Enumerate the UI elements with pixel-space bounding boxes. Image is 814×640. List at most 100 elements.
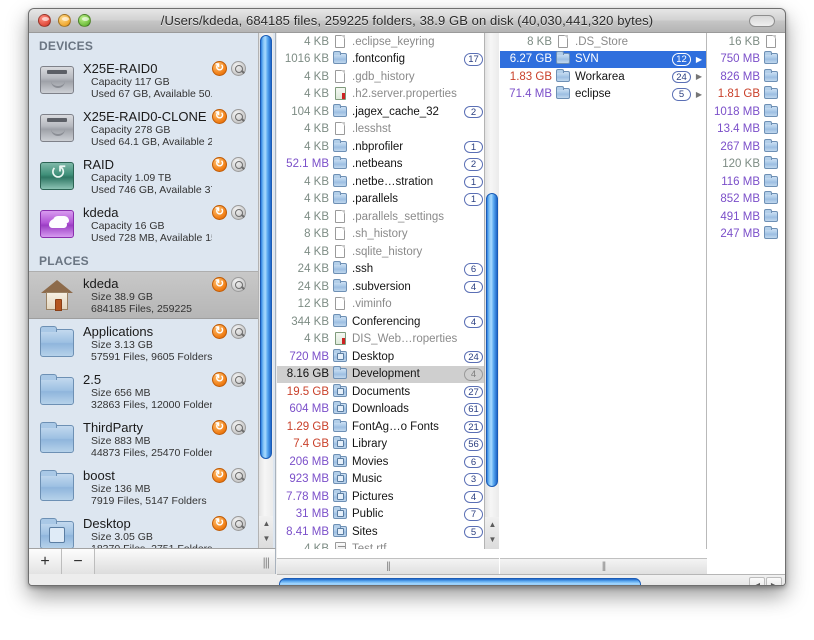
file-row[interactable]: 604 MBDownloads61▶ xyxy=(277,401,498,419)
magnify-icon[interactable] xyxy=(231,372,246,387)
refresh-icon[interactable]: ↻ xyxy=(212,372,227,387)
file-row[interactable]: 1016 KB.fontconfig17▶ xyxy=(277,51,498,69)
file-row[interactable]: 104 KB.jagex_cache_322▶ xyxy=(277,103,498,121)
file-row[interactable]: 4 KB .sqlite_history xyxy=(277,243,498,261)
remove-place-button[interactable]: − xyxy=(62,549,95,574)
magnify-icon[interactable] xyxy=(231,157,246,172)
column2-resize-grip[interactable]: || xyxy=(500,558,707,574)
magnify-icon[interactable] xyxy=(231,516,246,531)
refresh-icon[interactable]: ↻ xyxy=(212,61,227,76)
toolbar-toggle-button[interactable] xyxy=(749,15,775,27)
file-row[interactable]: 24 KB.ssh6▶ xyxy=(277,261,498,279)
file-row[interactable]: 4 KB.netbe…stration1▶ xyxy=(277,173,498,191)
file-row[interactable]: 826 MB xyxy=(708,68,785,86)
sidebar-scroll-arrows[interactable]: ▲ ▼ xyxy=(258,516,273,548)
magnify-icon[interactable] xyxy=(231,420,246,435)
sidebar-scroll-thumb[interactable] xyxy=(260,35,272,459)
file-row[interactable]: 13.4 MB xyxy=(708,121,785,139)
file-row[interactable]: 19.5 GBDocuments27▶ xyxy=(277,383,498,401)
column1-resize-grip[interactable]: || xyxy=(277,558,499,574)
column1-vertical-scrollbar[interactable] xyxy=(484,33,499,517)
scroll-up-arrow-icon[interactable]: ▲ xyxy=(485,517,500,532)
sidebar-item-2-5[interactable]: 2.5 Size 656 MB 32863 Files, 12000 Folders… xyxy=(29,367,258,415)
magnify-icon[interactable] xyxy=(231,468,246,483)
scroll-up-arrow-icon[interactable]: ▲ xyxy=(259,516,274,531)
file-row[interactable]: 4 KB .parallels_settings xyxy=(277,208,498,226)
refresh-icon[interactable]: ↻ xyxy=(212,324,227,339)
file-row[interactable]: 4 KB .h2.server.properties xyxy=(277,86,498,104)
sidebar-item-raid[interactable]: RAIDCapacity 1.09 TBUsed 746 GB, Availab… xyxy=(29,152,258,200)
file-row[interactable]: 4 KB Test.rtf xyxy=(277,541,498,549)
add-place-button[interactable]: + xyxy=(29,549,62,574)
file-row[interactable]: 1.29 GBFontAg…o Fonts21▶ xyxy=(277,418,498,436)
file-row[interactable]: 4 KB.parallels1▶ xyxy=(277,191,498,209)
refresh-icon[interactable]: ↻ xyxy=(212,277,227,292)
file-row[interactable]: 1.81 GB xyxy=(708,86,785,104)
sidebar-vertical-scrollbar[interactable] xyxy=(258,33,273,516)
sidebar-item-x25e-raid0-clone[interactable]: X25E-RAID0-CLONE Capacity 278 GB Used 64.1… xyxy=(29,104,258,152)
file-row[interactable]: 8 KB .DS_Store xyxy=(500,33,706,51)
magnify-icon[interactable] xyxy=(231,205,246,220)
magnify-icon[interactable] xyxy=(231,61,246,76)
file-row[interactable]: 4 KB .gdb_history xyxy=(277,68,498,86)
scroll-down-arrow-icon[interactable]: ▼ xyxy=(485,532,500,547)
file-row[interactable]: 720 MBDesktop24▶ xyxy=(277,348,498,366)
refresh-icon[interactable]: ↻ xyxy=(212,157,227,172)
file-row[interactable]: 923 MBMusic3▶ xyxy=(277,471,498,489)
file-row[interactable]: 344 KBConferencing4▶ xyxy=(277,313,498,331)
sidebar-item-kdeda[interactable]: kdeda Size 38.9 GB 684185 Files, 259225 ↻ xyxy=(29,271,258,319)
file-row[interactable]: 8.41 MBSites5▶ xyxy=(277,523,498,541)
file-row[interactable]: 1.83 GB Workarea 24 ▶ xyxy=(500,68,706,86)
file-row[interactable]: 4 KB .eclipse_keyring xyxy=(277,33,498,51)
refresh-icon[interactable]: ↻ xyxy=(212,205,227,220)
file-row[interactable]: 4 KB .lesshst xyxy=(277,121,498,139)
file-row[interactable]: 6.27 GB SVN 12 ▶ xyxy=(500,50,706,68)
file-row[interactable]: 4 KB.nbprofiler1▶ xyxy=(277,138,498,156)
sidebar-item-x25e-raid0[interactable]: X25E-RAID0 Capacity 117 GB Used 67 GB, Ava… xyxy=(29,56,258,104)
file-row[interactable]: 31 MBPublic7▶ xyxy=(277,506,498,524)
disclosure-arrow-icon[interactable]: ▶ xyxy=(694,72,704,81)
refresh-icon[interactable]: ↻ xyxy=(212,420,227,435)
file-row[interactable]: 116 MB xyxy=(708,173,785,191)
sidebar-item-boost[interactable]: boost Size 136 MB 7919 Files, 5147 Folders… xyxy=(29,463,258,511)
refresh-icon[interactable]: ↻ xyxy=(212,109,227,124)
scroll-left-arrow-icon[interactable]: ◀ xyxy=(749,577,765,585)
file-row[interactable]: 750 MB xyxy=(708,51,785,69)
magnify-icon[interactable] xyxy=(231,109,246,124)
file-row[interactable]: 120 KB xyxy=(708,156,785,174)
file-row[interactable]: 267 MB xyxy=(708,138,785,156)
scroll-right-arrow-icon[interactable]: ▶ xyxy=(766,577,782,585)
file-row[interactable]: 4 KB DIS_Web…roperties xyxy=(277,331,498,349)
disclosure-arrow-icon[interactable]: ▶ xyxy=(694,90,704,99)
disclosure-arrow-icon[interactable]: ▶ xyxy=(694,55,704,64)
sidebar-item-desktop[interactable]: DesktopSize 3.05 GB18370 Files, 2751 Fol… xyxy=(29,511,258,548)
browser-horizontal-scrollbar[interactable]: ◀ ▶ xyxy=(277,574,785,585)
file-row[interactable]: 71.4 MB eclipse 5 ▶ xyxy=(500,86,706,104)
file-row[interactable]: 206 MBMovies6▶ xyxy=(277,453,498,471)
file-row[interactable]: 24 KB.subversion4▶ xyxy=(277,278,498,296)
magnify-icon[interactable] xyxy=(231,324,246,339)
file-row[interactable]: 12 KB .viminfo xyxy=(277,296,498,314)
browser-hscroll-thumb[interactable] xyxy=(279,578,641,585)
file-row[interactable]: 852 MB xyxy=(708,191,785,209)
sidebar-item-thirdparty[interactable]: ThirdParty Size 883 MB 44873 Files, 25470 … xyxy=(29,415,258,463)
column1-scroll-thumb[interactable] xyxy=(486,193,498,487)
magnify-icon[interactable] xyxy=(231,277,246,292)
file-row[interactable]: 7.78 MBPictures4▶ xyxy=(277,488,498,506)
refresh-icon[interactable]: ↻ xyxy=(212,516,227,531)
refresh-icon[interactable]: ↻ xyxy=(212,468,227,483)
sidebar-resize-grip[interactable]: ||| xyxy=(263,555,270,569)
file-row[interactable]: 1018 MB xyxy=(708,103,785,121)
file-row[interactable]: 247 MB xyxy=(708,226,785,244)
scroll-down-arrow-icon[interactable]: ▼ xyxy=(259,531,274,546)
file-row[interactable]: 8 KB .sh_history xyxy=(277,226,498,244)
file-row[interactable]: 491 MB xyxy=(708,208,785,226)
window-titlebar[interactable]: /Users/kdeda, 684185 files, 259225 folde… xyxy=(29,9,785,33)
file-row[interactable]: 8.16 GBDevelopment4▶ xyxy=(277,365,498,383)
file-row[interactable]: 7.4 GBLibrary56▶ xyxy=(277,436,498,454)
column1-scroll-arrows[interactable]: ▲ ▼ xyxy=(484,517,499,549)
sidebar-item-applications[interactable]: Applications Size 3.13 GB 57591 Files, 960… xyxy=(29,319,258,367)
sidebar-item-kdeda[interactable]: kdeda Capacity 16 GB Used 728 MB, Availabl… xyxy=(29,200,258,248)
file-row[interactable]: 16 KB xyxy=(708,33,785,51)
file-row[interactable]: 52.1 MB.netbeans2▶ xyxy=(277,156,498,174)
